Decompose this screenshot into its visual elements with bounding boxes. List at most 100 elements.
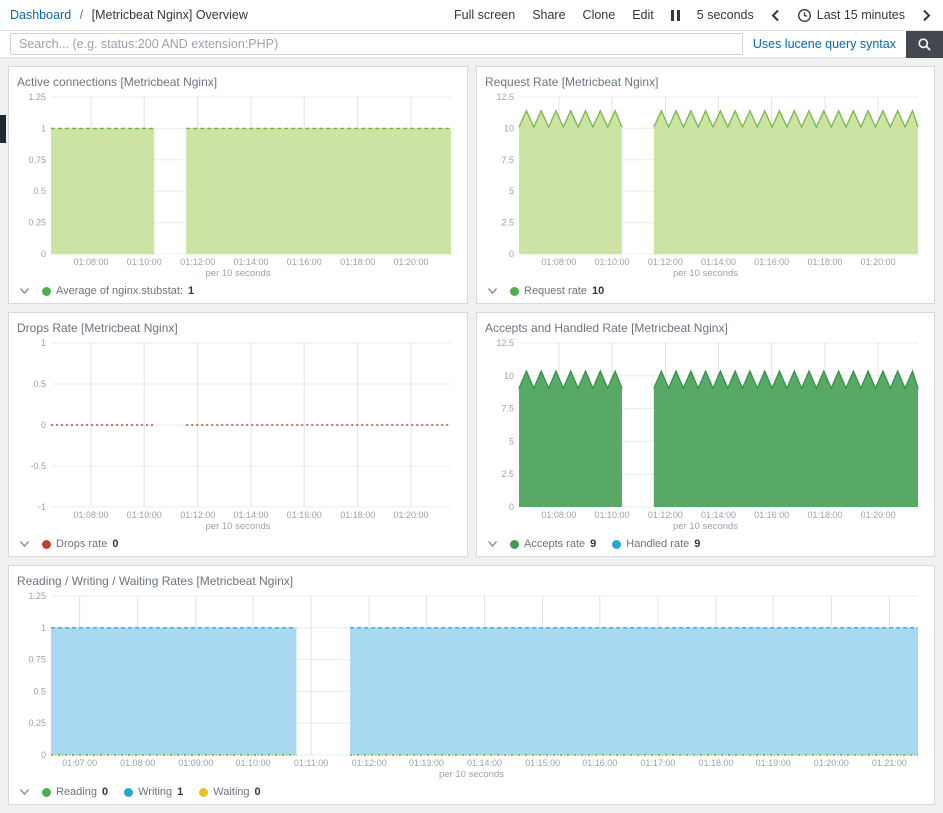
svg-text:01:16:00: 01:16:00: [582, 758, 617, 768]
svg-text:2.5: 2.5: [501, 218, 514, 228]
chart-drops-rate: -1 -0.5 0 0.5 1 01:08:00 01:10:00 01:12:00 01:14…: [17, 337, 459, 521]
chart-svg: -1 -0.5 0 0.5 1 01:08:00 01:10:00 01:12:00 01:14…: [30, 338, 451, 520]
svg-text:01:08:00: 01:08:00: [541, 257, 576, 267]
svg-text:0: 0: [41, 420, 46, 430]
time-range-button[interactable]: Last 15 minutes: [797, 8, 905, 23]
svg-text:10: 10: [504, 371, 514, 381]
legend: Reading 0 Writing 1 Waiting 0: [17, 780, 926, 801]
legend-label: Accepts rate: [524, 538, 586, 550]
clone-button[interactable]: Clone: [583, 8, 616, 22]
lucene-syntax-link[interactable]: Uses lucene query syntax: [753, 37, 896, 51]
chevron-down-icon[interactable]: [487, 540, 498, 548]
legend-item[interactable]: Request rate 10: [510, 285, 604, 297]
legend-dot: [612, 539, 622, 549]
search-input[interactable]: [10, 33, 743, 55]
breadcrumb-current: [Metricbeat Nginx] Overview: [91, 8, 248, 22]
search-button[interactable]: [906, 30, 943, 58]
x-axis-unit: per 10 seconds: [205, 521, 271, 532]
x-axis-unit: per 10 seconds: [673, 521, 738, 532]
svg-text:01:12:00: 01:12:00: [648, 510, 683, 520]
legend: Request rate 10: [485, 279, 926, 300]
panel-reading-writing-waiting: Reading / Writing / Waiting Rates [Metri…: [8, 565, 935, 805]
legend-value: 1: [177, 786, 184, 798]
svg-text:01:16:00: 01:16:00: [754, 257, 789, 267]
panel-title: Reading / Writing / Waiting Rates [Metri…: [17, 574, 294, 588]
svg-text:0.5: 0.5: [33, 686, 46, 696]
search-icon: [918, 37, 931, 51]
chart-accepts-handled-rate: 0 2.5 5 7.5 10 12.5 01:08:00 01:10:00 01:12:00 01…: [485, 337, 926, 521]
chart-svg: 0 0.25 0.5 0.75 1 1.25 01:07:00 01:08:00 01:09:0…: [28, 591, 919, 768]
svg-text:-0.5: -0.5: [30, 461, 46, 471]
svg-text:01:14:00: 01:14:00: [701, 257, 736, 267]
svg-text:01:08:00: 01:08:00: [541, 510, 576, 520]
top-navbar: Dashboard / [Metricbeat Nginx] Overview …: [0, 0, 943, 31]
full-screen-button[interactable]: Full screen: [454, 8, 515, 22]
legend-dot: [42, 286, 51, 296]
legend-dot: [510, 286, 519, 296]
legend-value: 10: [591, 285, 605, 297]
svg-text:1: 1: [41, 338, 46, 348]
panel-accepts-handled-rate: Accepts and Handled Rate [Metricbeat Ngi…: [476, 312, 935, 557]
legend: Drops rate 0: [17, 532, 459, 553]
refresh-interval-button[interactable]: 5 seconds: [697, 8, 754, 22]
query-bar: Uses lucene query syntax: [0, 30, 943, 58]
svg-text:01:18:00: 01:18:00: [807, 510, 842, 520]
legend-dot: [124, 787, 134, 797]
svg-text:0.25: 0.25: [28, 718, 46, 728]
chart-svg: 0 2.5 5 7.5 10 12.5 01:08:00 01:10:00 01:12:00 01…: [496, 92, 919, 267]
breadcrumb-separator: /: [79, 8, 84, 22]
svg-text:01:08:00: 01:08:00: [120, 758, 155, 768]
legend-item[interactable]: Writing 1: [124, 786, 183, 798]
svg-text:01:18:00: 01:18:00: [340, 257, 375, 267]
svg-text:0.5: 0.5: [33, 186, 46, 196]
panel-title: Request Rate [Metricbeat Nginx]: [485, 75, 659, 89]
edit-button[interactable]: Edit: [632, 8, 654, 22]
x-axis-unit: per 10 seconds: [673, 268, 738, 279]
legend-dot: [510, 539, 519, 549]
legend-item[interactable]: Waiting 0: [199, 786, 261, 798]
legend-dot: [42, 539, 51, 549]
svg-text:0: 0: [41, 249, 46, 259]
legend-value: 0: [254, 786, 261, 798]
svg-text:2.5: 2.5: [501, 469, 514, 479]
svg-text:01:17:00: 01:17:00: [640, 758, 675, 768]
legend-item[interactable]: Accepts rate 9: [510, 538, 596, 550]
chevron-down-icon[interactable]: [487, 287, 498, 295]
chevron-down-icon[interactable]: [19, 287, 30, 295]
breadcrumb-dashboard-link[interactable]: Dashboard: [10, 8, 71, 22]
svg-text:0.75: 0.75: [28, 155, 46, 165]
legend-item[interactable]: Handled rate 9: [612, 538, 700, 550]
chevron-down-icon[interactable]: [19, 788, 30, 796]
svg-text:01:16:00: 01:16:00: [287, 257, 322, 267]
dashboard-grid: Active connections [Metricbeat Nginx] 00…: [0, 58, 943, 813]
sidebar-collapsed-strip[interactable]: [0, 115, 6, 143]
time-back-button[interactable]: [771, 9, 780, 22]
svg-text:01:10:00: 01:10:00: [127, 510, 162, 520]
legend-label: Average of nginx.stubstat:: [56, 285, 183, 297]
legend-label: Handled rate: [626, 538, 690, 550]
panel-active-connections: Active connections [Metricbeat Nginx] 00…: [8, 66, 468, 304]
pause-icon[interactable]: [670, 9, 680, 21]
share-button[interactable]: Share: [532, 8, 565, 22]
svg-text:01:13:00: 01:13:00: [409, 758, 444, 768]
legend-dot: [42, 787, 51, 797]
legend-value: 0: [101, 786, 109, 798]
legend-value: 0: [112, 538, 119, 550]
svg-text:01:18:00: 01:18:00: [807, 257, 842, 267]
panel-request-rate: Request Rate [Metricbeat Nginx] 0 2.5 5 7.5…: [476, 66, 935, 304]
legend-item[interactable]: Reading 0: [42, 786, 108, 798]
legend-label: Writing: [138, 786, 173, 798]
x-axis-unit: per 10 seconds: [205, 268, 271, 279]
svg-text:7.5: 7.5: [501, 155, 514, 165]
svg-text:0.5: 0.5: [33, 379, 46, 389]
legend-item[interactable]: Drops rate 0: [42, 538, 118, 550]
svg-text:01:18:00: 01:18:00: [340, 510, 375, 520]
legend-value: 9: [694, 538, 701, 550]
panel-drops-rate: Drops Rate [Metricbeat Nginx] -1 -0.5 0 0.5…: [8, 312, 468, 557]
time-forward-button[interactable]: [922, 9, 931, 22]
chevron-down-icon[interactable]: [19, 540, 30, 548]
legend-value: 1: [188, 285, 195, 297]
legend-item[interactable]: Average of nginx.stubstat: 1: [42, 285, 194, 297]
svg-text:01:21:00: 01:21:00: [872, 758, 907, 768]
svg-text:01:12:00: 01:12:00: [180, 510, 215, 520]
